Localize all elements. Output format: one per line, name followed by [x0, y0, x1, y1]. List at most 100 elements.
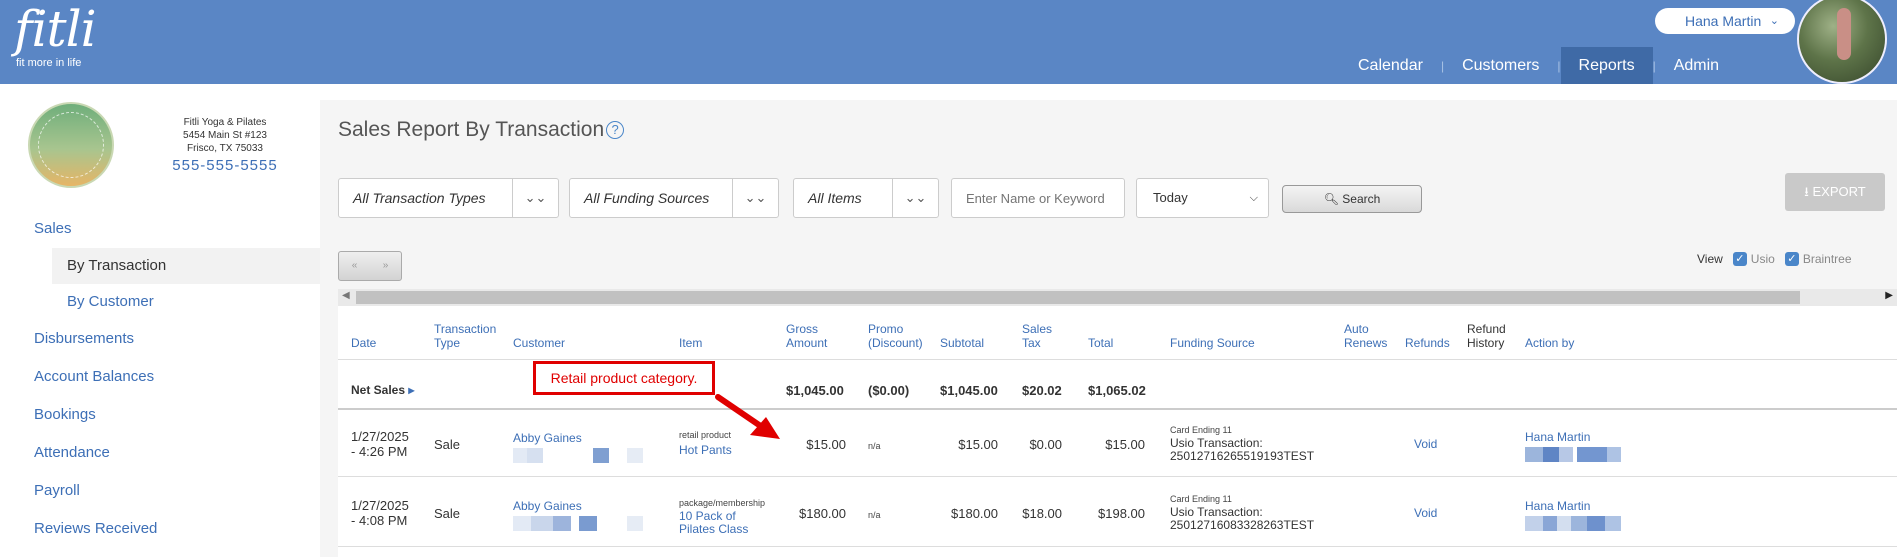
pager: « »	[338, 251, 402, 281]
sidebar-item-by-customer[interactable]: By Customer	[52, 284, 320, 320]
sales-table: Date Transaction Type Customer Item Gros…	[338, 306, 1897, 557]
fitli-logo[interactable]: fitli fit more in life	[14, 2, 97, 69]
braintree-checkbox[interactable]: ✓	[1784, 252, 1799, 266]
column-header-sales-tax[interactable]: Sales Tax	[1022, 322, 1062, 350]
sidebar-item-account-balances[interactable]: Account Balances	[0, 358, 320, 396]
chevron-double-down-icon: ⌄⌄	[512, 179, 558, 217]
pager-prev-button[interactable]: «	[339, 252, 370, 280]
row-date: 1/27/2025 - 4:26 PM	[351, 429, 409, 459]
usio-checkbox[interactable]: ✓	[1732, 252, 1747, 266]
report-content: Sales Report By Transaction? All Transac…	[320, 100, 1897, 557]
row-total: $15.00	[1105, 437, 1145, 452]
column-header-promo[interactable]: Promo (Discount)	[868, 322, 928, 350]
nav-calendar[interactable]: Calendar	[1340, 47, 1441, 84]
sidebar-menu: Sales By Transaction By Customer Disburs…	[0, 210, 320, 548]
user-menu-button[interactable]: Hana Martin ⌄	[1655, 8, 1795, 34]
braintree-label: Braintree	[1802, 252, 1852, 266]
row-action-by-link[interactable]: Hana Martin	[1525, 430, 1590, 445]
row-customer-link[interactable]: Abby Gaines	[513, 499, 582, 514]
net-sales-label: Net Sales	[351, 383, 406, 397]
column-header-action-by[interactable]: Action by	[1525, 336, 1574, 350]
row-transaction-info: Usio Transaction: 25012716265519193TEST	[1170, 437, 1314, 463]
row-transaction-id: 25012716265519193TEST	[1170, 449, 1315, 463]
sidebar-item-disbursements[interactable]: Disbursements	[0, 320, 320, 358]
nav-customers[interactable]: Customers	[1444, 47, 1557, 84]
net-promo: ($0.00)	[868, 383, 910, 398]
items-filter[interactable]: All Items ⌄⌄	[793, 178, 939, 218]
search-button-label: Search	[1342, 192, 1381, 206]
funding-source-filter[interactable]: All Funding Sources ⌄⌄	[569, 178, 779, 218]
row-transaction-id: 25012716083328263TEST	[1170, 518, 1315, 532]
nav-reports[interactable]: Reports	[1560, 47, 1653, 84]
row-void-link[interactable]: Void	[1414, 437, 1437, 452]
sidebar-item-by-transaction[interactable]: By Transaction	[52, 248, 320, 284]
row-item-link[interactable]: Hot Pants	[679, 443, 732, 458]
top-header: fitli fit more in life Hana Martin ⌄ Cal…	[0, 0, 1897, 84]
studio-logo	[28, 102, 114, 188]
studio-phone[interactable]: 555-555-5555	[150, 158, 300, 173]
export-button[interactable]: ⭳ EXPORT	[1785, 173, 1885, 211]
sidebar-item-reviews-received[interactable]: Reviews Received	[0, 510, 320, 548]
sidebar-item-payroll[interactable]: Payroll	[0, 472, 320, 510]
page-title: Sales Report By Transaction?	[338, 118, 625, 142]
row-total: $198.00	[1098, 506, 1145, 521]
row-date-time: - 4:08 PM	[351, 513, 408, 528]
column-header-customer[interactable]: Customer	[513, 336, 565, 350]
chevron-double-down-icon: ⌄⌄	[732, 179, 778, 217]
row-date-time: - 4:26 PM	[351, 444, 408, 459]
redacted-action-by-info	[1525, 447, 1625, 462]
sidebar-item-bookings[interactable]: Bookings	[0, 396, 320, 434]
transaction-type-filter[interactable]: All Transaction Types ⌄⌄	[338, 178, 559, 218]
scroll-left-icon[interactable]: ◀	[342, 290, 350, 301]
column-header-funding-source[interactable]: Funding Source	[1170, 336, 1255, 350]
column-header-transaction-type[interactable]: Transaction Type	[434, 322, 504, 350]
column-header-total[interactable]: Total	[1088, 336, 1113, 350]
items-filter-value: All Items	[808, 190, 862, 206]
row-void-link[interactable]: Void	[1414, 506, 1437, 521]
page-title-text: Sales Report By Transaction	[338, 118, 605, 141]
sidebar-item-attendance[interactable]: Attendance	[0, 434, 320, 472]
logo-tagline: fit more in life	[16, 57, 82, 69]
column-header-refunds[interactable]: Refunds	[1405, 336, 1450, 350]
transaction-type-value: All Transaction Types	[353, 190, 486, 206]
row-sales-tax: $18.00	[1022, 506, 1062, 521]
row-date: 1/27/2025 - 4:08 PM	[351, 498, 409, 528]
row-subtotal: $180.00	[951, 506, 998, 521]
download-icon: ⭳	[1804, 184, 1809, 199]
date-range-select[interactable]: Today ⌵	[1136, 178, 1269, 218]
view-options: View ✓ Usio ✓ Braintree	[1697, 252, 1852, 266]
net-sales-toggle[interactable]: Net Sales ▶	[351, 383, 415, 398]
search-icon: 🔍︎	[1323, 192, 1339, 206]
column-header-gross-amount[interactable]: Gross Amount	[786, 322, 846, 350]
row-item-name-line2: Pilates Class	[679, 522, 749, 536]
row-customer-link[interactable]: Abby Gaines	[513, 431, 582, 446]
column-header-subtotal[interactable]: Subtotal	[940, 336, 984, 350]
horizontal-scrollbar[interactable]: ◀ ▶	[338, 289, 1897, 306]
row-gross-amount: $15.00	[806, 437, 846, 452]
row-action-by-link[interactable]: Hana Martin	[1525, 499, 1590, 514]
pager-next-button[interactable]: »	[370, 252, 401, 280]
export-button-label: EXPORT	[1812, 184, 1866, 199]
redacted-customer-info	[513, 448, 643, 463]
chevron-down-icon: ⌵	[1249, 192, 1258, 204]
scroll-right-icon[interactable]: ▶	[1885, 290, 1893, 301]
help-icon[interactable]: ?	[606, 121, 625, 139]
sidebar-item-sales[interactable]: Sales	[0, 210, 320, 248]
user-avatar[interactable]	[1797, 0, 1887, 84]
keyword-search-input[interactable]	[951, 178, 1125, 218]
net-sales-tax: $20.02	[1022, 383, 1062, 398]
scrollbar-thumb[interactable]	[356, 291, 1800, 304]
column-header-auto-renews[interactable]: Auto Renews	[1344, 322, 1394, 350]
search-button[interactable]: 🔍︎ Search	[1282, 185, 1422, 213]
row-gross-amount: $180.00	[799, 506, 846, 521]
nav-admin[interactable]: Admin	[1656, 47, 1737, 84]
row-subtotal: $15.00	[958, 437, 998, 452]
column-header-item[interactable]: Item	[679, 336, 702, 350]
row-item-link[interactable]: 10 Pack of Pilates Class	[679, 510, 748, 536]
sidebar: Fitli Yoga & Pilates 5454 Main St #123 F…	[0, 84, 320, 557]
column-header-date[interactable]: Date	[351, 336, 376, 350]
row-date-day: 1/27/2025	[351, 429, 409, 444]
row-sales-tax: $0.00	[1029, 437, 1062, 452]
date-range-value: Today	[1153, 190, 1188, 205]
annotation-arrow-icon	[715, 394, 780, 439]
